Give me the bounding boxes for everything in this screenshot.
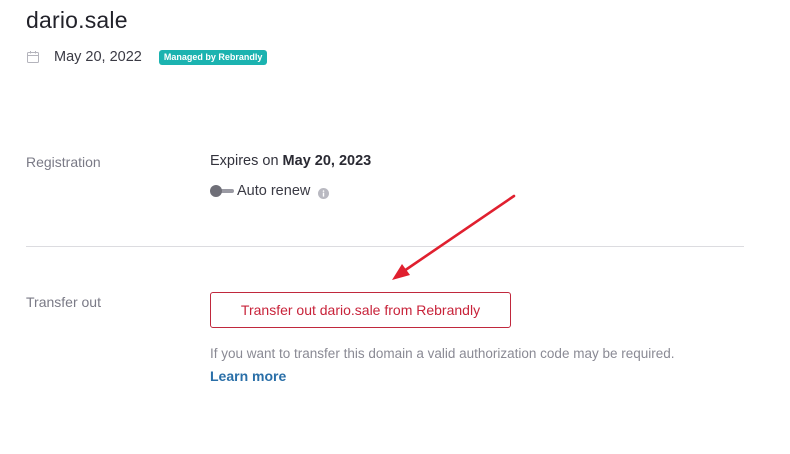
auto-renew-row: Auto renew: [210, 183, 330, 199]
section-divider: [26, 246, 744, 247]
transfer-out-button[interactable]: Transfer out dario.sale from Rebrandly: [210, 292, 511, 328]
auto-renew-label: Auto renew: [237, 183, 311, 199]
domain-detail-page: dario.sale May 20, 2022 Managed by Rebra…: [0, 0, 790, 454]
red-arrow-annotation: [392, 194, 516, 280]
registration-label: Registration: [26, 154, 101, 170]
created-date: May 20, 2022: [54, 49, 142, 65]
calendar-icon: [26, 50, 40, 64]
transfer-out-label: Transfer out: [26, 294, 101, 310]
expires-date: May 20, 2023: [282, 153, 372, 169]
domain-title: dario.sale: [26, 7, 128, 33]
expires-prefix: Expires on: [210, 153, 279, 169]
domain-meta-row: May 20, 2022 Managed by Rebrandly: [26, 48, 268, 66]
transfer-help-text: If you want to transfer this domain a va…: [210, 346, 675, 361]
managed-badge: Managed by Rebrandly: [158, 49, 268, 65]
expiration-text: Expires on May 20, 2023: [210, 153, 371, 169]
auto-renew-toggle[interactable]: [210, 184, 234, 198]
learn-more-link[interactable]: Learn more: [210, 368, 286, 384]
info-icon[interactable]: [318, 186, 330, 199]
